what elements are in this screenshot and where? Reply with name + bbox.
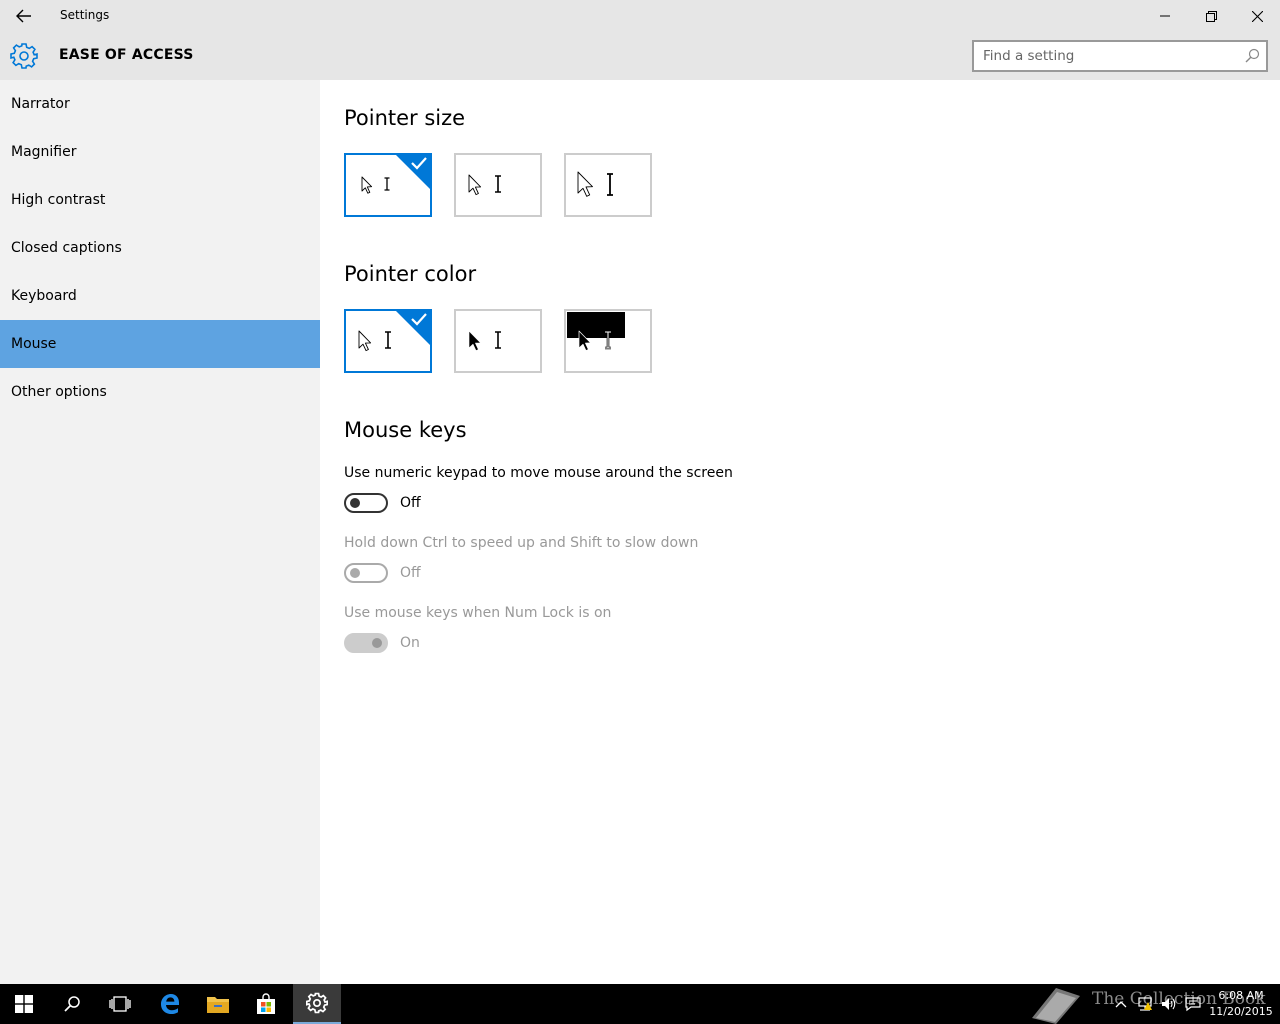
store-icon xyxy=(257,993,275,1014)
selected-check-icon xyxy=(394,153,432,191)
pointer-color-black-option[interactable] xyxy=(454,309,542,373)
search-icon xyxy=(64,996,80,1012)
numeric-keypad-label: Use numeric keypad to move mouse around … xyxy=(344,465,733,481)
volume-icon[interactable] xyxy=(1160,996,1178,1012)
pointer-size-large-option[interactable] xyxy=(564,153,652,217)
task-view-icon xyxy=(109,996,131,1012)
selected-check-icon xyxy=(394,309,432,347)
minimize-button[interactable] xyxy=(1142,0,1188,32)
settings-taskbar-button[interactable] xyxy=(293,984,341,1024)
file-explorer-taskbar-button[interactable] xyxy=(194,984,242,1024)
file-explorer-icon xyxy=(207,997,229,1013)
speed-modifier-toggle-state: Off xyxy=(400,565,421,581)
speed-modifier-toggle[interactable] xyxy=(344,563,388,583)
num-lock-toggle[interactable] xyxy=(344,633,388,653)
toggle-knob xyxy=(350,498,360,508)
store-taskbar-button[interactable] xyxy=(242,984,290,1024)
taskbar-search-button[interactable] xyxy=(48,984,96,1024)
search-icon[interactable] xyxy=(1244,48,1260,64)
close-icon xyxy=(1251,10,1263,22)
sidebar: Narrator Magnifier High contrast Closed … xyxy=(0,80,320,984)
inverted-pointer-icon xyxy=(567,312,625,351)
sidebar-item-mouse[interactable]: Mouse xyxy=(0,320,320,368)
edge-taskbar-button[interactable] xyxy=(146,984,194,1024)
num-lock-toggle-state: On xyxy=(400,635,420,651)
edge-icon xyxy=(161,994,179,1014)
black-pointer-icon xyxy=(468,330,501,351)
large-pointer-icon xyxy=(577,171,613,197)
mouse-keys-heading: Mouse keys xyxy=(344,418,467,442)
taskbar-clock[interactable]: 6:08 AM 11/20/2015 xyxy=(1206,988,1276,1020)
settings-header: EASE OF ACCESS xyxy=(0,32,1280,80)
sidebar-item-narrator[interactable]: Narrator xyxy=(0,80,320,128)
clock-date: 11/20/2015 xyxy=(1209,1005,1273,1018)
pointer-color-white-option[interactable] xyxy=(344,309,432,373)
numeric-keypad-toggle[interactable] xyxy=(344,493,388,513)
close-button[interactable] xyxy=(1234,0,1280,32)
sidebar-item-magnifier[interactable]: Magnifier xyxy=(0,128,320,176)
numeric-keypad-toggle-state: Off xyxy=(400,495,421,511)
taskbar: The Collection Book 6:08 AM 11/20/2015 xyxy=(0,984,1280,1024)
back-button[interactable] xyxy=(0,0,48,32)
sidebar-item-other-options[interactable]: Other options xyxy=(0,368,320,416)
window-title: Settings xyxy=(60,8,110,22)
pointer-color-inverted-option[interactable] xyxy=(564,309,652,373)
toggle-knob xyxy=(350,568,360,578)
sidebar-item-high-contrast[interactable]: High contrast xyxy=(0,176,320,224)
task-view-button[interactable] xyxy=(96,984,144,1024)
sidebar-item-closed-captions[interactable]: Closed captions xyxy=(0,224,320,272)
chevron-up-icon[interactable] xyxy=(1112,996,1130,1012)
search-input[interactable] xyxy=(974,42,1236,70)
section-title: EASE OF ACCESS xyxy=(59,47,194,63)
minimize-icon xyxy=(1160,15,1170,17)
action-center-icon[interactable] xyxy=(1184,996,1202,1012)
main-content: Pointer size Pointer color Mouse keys Us… xyxy=(320,80,1280,984)
gear-icon xyxy=(10,43,38,69)
settings-icon xyxy=(306,992,328,1014)
start-button[interactable] xyxy=(0,984,48,1024)
pointer-size-heading: Pointer size xyxy=(344,106,466,130)
network-icon[interactable] xyxy=(1136,996,1154,1012)
medium-pointer-icon xyxy=(468,174,501,196)
restore-icon xyxy=(1205,10,1217,22)
start-icon xyxy=(15,995,33,1013)
title-bar: Settings xyxy=(0,0,1280,32)
clock-time: 6:08 AM xyxy=(1218,989,1264,1002)
search-box[interactable] xyxy=(972,40,1268,72)
num-lock-label: Use mouse keys when Num Lock is on xyxy=(344,605,612,621)
toggle-knob xyxy=(372,638,382,648)
restore-button[interactable] xyxy=(1188,0,1234,32)
pointer-size-medium-option[interactable] xyxy=(454,153,542,217)
pointer-color-heading: Pointer color xyxy=(344,262,477,286)
sidebar-item-keyboard[interactable]: Keyboard xyxy=(0,272,320,320)
pointer-size-small-option[interactable] xyxy=(344,153,432,217)
back-arrow-icon xyxy=(16,9,31,23)
speed-modifier-label: Hold down Ctrl to speed up and Shift to … xyxy=(344,535,699,551)
